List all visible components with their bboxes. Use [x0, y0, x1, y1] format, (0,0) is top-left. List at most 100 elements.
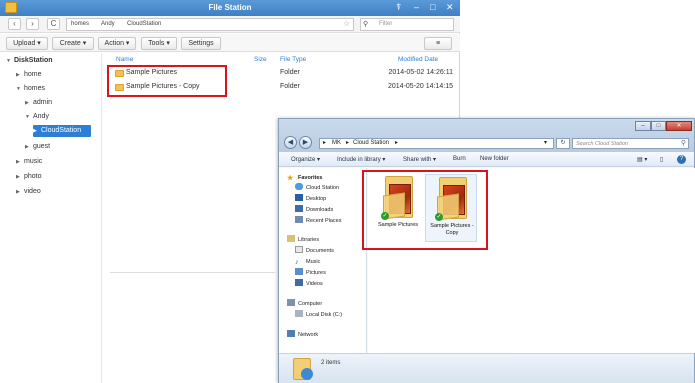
minimize-button[interactable]: –	[414, 2, 419, 13]
nav-cloud-station[interactable]: Cloud Station	[295, 183, 339, 193]
tree-item-music[interactable]: ▶ music	[16, 156, 42, 168]
column-header-name[interactable]: Name	[116, 56, 133, 63]
file-type: Folder	[280, 69, 300, 76]
cloud-icon	[295, 183, 303, 190]
nav-music[interactable]: ♪ Music	[295, 257, 320, 267]
collapse-arrow-icon[interactable]: ▶	[16, 186, 24, 198]
recent-places-icon	[295, 216, 303, 223]
pictures-icon	[295, 268, 303, 275]
back-button[interactable]: ◀	[284, 136, 297, 149]
nav-pictures[interactable]: Pictures	[295, 268, 326, 278]
new-folder-button[interactable]: New folder	[480, 156, 509, 162]
collapse-arrow-icon[interactable]: ▶	[16, 171, 24, 183]
documents-icon	[295, 246, 303, 253]
nav-videos[interactable]: Videos	[295, 279, 323, 289]
path-segment-andy[interactable]: Andy	[101, 21, 115, 27]
action-button[interactable]: Action ▾	[98, 37, 136, 50]
tree-label: homes	[24, 85, 46, 92]
column-header-type[interactable]: File Type	[280, 56, 306, 63]
nav-network[interactable]: Network	[287, 330, 318, 340]
path-segment-homes[interactable]: homes	[71, 21, 89, 27]
nav-label: Videos	[306, 281, 323, 287]
videos-icon	[295, 279, 303, 286]
nav-documents[interactable]: Documents	[295, 246, 334, 256]
tree-label: DiskStation	[14, 57, 53, 64]
file-modified: 2014-05-02 14:26:11	[388, 69, 453, 76]
nav-computer[interactable]: Computer	[287, 299, 322, 309]
nav-label: Libraries	[298, 237, 320, 243]
back-button[interactable]: ‹	[8, 18, 21, 30]
star-icon[interactable]: ☆	[343, 19, 350, 28]
preview-pane-icon[interactable]: ▯	[660, 156, 663, 163]
help-icon[interactable]: ?	[677, 155, 686, 164]
tree-item-admin[interactable]: ▶ admin	[25, 97, 52, 109]
address-segment-mk[interactable]: MK	[332, 139, 341, 148]
explorer-titlebar: – □ ✕ ◀ ▶ ▸ MK ▸ Cloud Station ▸ ▾ ↻ Sea…	[279, 119, 694, 152]
pin-icon[interactable]: ⍒	[396, 2, 401, 13]
tree-item-home[interactable]: ▶ home	[16, 69, 42, 81]
address-segment-cloud-station[interactable]: Cloud Station	[353, 139, 389, 148]
collapse-arrow-icon[interactable]: ▶	[33, 125, 41, 137]
search-placeholder: Search Cloud Station	[576, 141, 628, 147]
column-header-size[interactable]: Size	[254, 56, 267, 63]
tree-label: music	[24, 158, 43, 165]
close-button[interactable]: ✕	[446, 2, 454, 13]
close-button[interactable]: ✕	[666, 121, 692, 131]
search-input[interactable]: Search Cloud Station ⚲	[572, 138, 689, 149]
tree-item-diskstation[interactable]: ▼ DiskStation	[6, 55, 53, 67]
path-bar[interactable]: homes Andy CloudStation ☆	[66, 18, 354, 31]
settings-button[interactable]: Settings	[181, 37, 221, 50]
tree-item-guest[interactable]: ▶ guest	[25, 141, 50, 153]
address-bar[interactable]: ▸ MK ▸ Cloud Station ▸ ▾	[319, 138, 554, 149]
collapse-arrow-icon[interactable]: ▶	[16, 69, 24, 81]
tree-item-andy[interactable]: ▼ Andy	[25, 111, 49, 123]
collapse-arrow-icon[interactable]: ▶	[16, 156, 24, 168]
nav-libraries[interactable]: Libraries	[287, 235, 319, 245]
expand-arrow-icon[interactable]: ▼	[25, 111, 33, 123]
organize-menu[interactable]: Organize ▾	[291, 156, 320, 163]
expand-arrow-icon[interactable]: ▼	[16, 83, 24, 95]
upload-button[interactable]: Upload ▾	[6, 37, 48, 50]
nav-local-disk[interactable]: Local Disk (C:)	[295, 310, 342, 320]
maximize-button[interactable]: □	[430, 2, 435, 13]
create-button[interactable]: Create ▾	[52, 37, 94, 50]
forward-button[interactable]: ▶	[299, 136, 312, 149]
maximize-button[interactable]: □	[651, 121, 666, 131]
downloads-icon	[295, 205, 303, 212]
screenshot: File Station ⍒ – □ ✕ ‹ › C homes Andy Cl…	[0, 0, 695, 383]
refresh-button[interactable]: C	[47, 18, 60, 30]
tree-item-video[interactable]: ▶ video	[16, 186, 41, 198]
nav-label: Recent Places	[306, 218, 342, 224]
include-in-library-menu[interactable]: Include in library ▾	[337, 156, 385, 163]
tree-label: home	[24, 71, 42, 78]
column-header-modified[interactable]: Modified Date	[398, 56, 438, 63]
nav-label: Local Disk (C:)	[306, 312, 343, 318]
tree-label: photo	[24, 173, 42, 180]
refresh-icon[interactable]: ↻	[556, 138, 570, 149]
nav-recent-places[interactable]: Recent Places	[295, 216, 341, 226]
tree-item-homes[interactable]: ▼ homes	[16, 83, 45, 95]
tree-item-cloudstation[interactable]: ▶ CloudStation	[33, 125, 92, 137]
nav-downloads[interactable]: Downloads	[295, 205, 333, 215]
nav-favorites[interactable]: ★ Favorites	[287, 173, 322, 183]
view-menu-button[interactable]: ≡	[424, 37, 452, 50]
collapse-arrow-icon[interactable]: ▶	[25, 141, 33, 153]
nav-label: Documents	[306, 248, 334, 254]
tree-item-photo[interactable]: ▶ photo	[16, 171, 42, 183]
collapse-arrow-icon[interactable]: ▶	[25, 97, 33, 109]
tools-button[interactable]: Tools ▾	[141, 37, 177, 50]
filter-search[interactable]: ⚲ Filter	[360, 18, 454, 31]
share-with-menu[interactable]: Share with ▾	[403, 156, 436, 163]
file-type: Folder	[280, 83, 300, 90]
file-modified: 2014-05-20 14:14:15	[388, 83, 453, 90]
nav-desktop[interactable]: Desktop	[295, 194, 326, 204]
burn-button[interactable]: Burn	[453, 156, 466, 162]
tree-label: guest	[33, 143, 51, 150]
nav-label: Cloud Station	[306, 185, 340, 191]
expand-arrow-icon[interactable]: ▼	[6, 55, 14, 67]
chevron-down-icon[interactable]: ▾	[544, 139, 547, 148]
forward-button[interactable]: ›	[26, 18, 39, 30]
path-segment-cloudstation[interactable]: CloudStation	[127, 21, 161, 27]
views-icon[interactable]: ▤ ▾	[637, 156, 647, 163]
minimize-button[interactable]: –	[635, 121, 651, 131]
